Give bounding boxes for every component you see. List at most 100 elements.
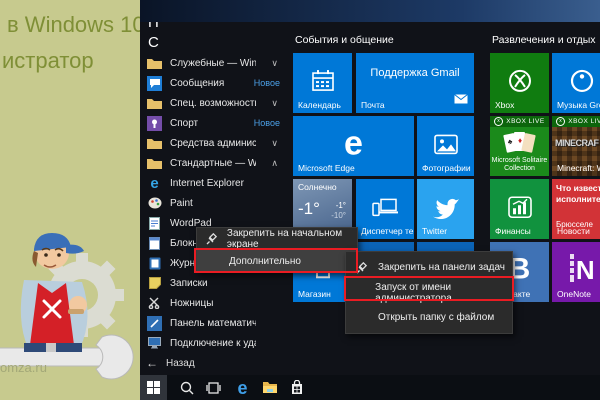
app-label: Paint (170, 198, 193, 209)
tile-group-header-1: События и общение (295, 34, 394, 46)
tile-label: Microsoft Solitaire Collection (490, 157, 549, 173)
tile-solitaire[interactable]: xXBOX LIVE ♦♣ Microsoft Solitaire Collec… (490, 116, 549, 176)
watermark: omza.ru (0, 360, 47, 375)
app-item-nozhnitsy[interactable]: Ножницы (140, 293, 286, 313)
tile-label: Календарь (298, 100, 341, 110)
back-label: Назад (166, 358, 195, 369)
scissors-icon (146, 295, 163, 312)
app-item-paint[interactable]: Paint (140, 193, 286, 213)
new-badge: Новое (254, 118, 280, 128)
weather-temp: -1° (298, 199, 320, 219)
tile-label: Microsoft Edge (298, 163, 355, 173)
sidebar-heading-line2: истратор (2, 48, 94, 74)
internet-explorer-icon: e (146, 175, 163, 192)
tile-mail[interactable]: Поддержка Gmail Почта (356, 53, 474, 113)
desktop: П С Служебные — Windows ∨ Сообщения Ново… (140, 0, 600, 400)
tile-minecraft[interactable]: xXBOX LIVE MINECRAF Minecraft: W (552, 116, 600, 176)
mail-live-headline: Поддержка Gmail (356, 67, 474, 79)
tile-label: Магазин (298, 289, 331, 299)
tile-label: Фотографии (422, 163, 471, 173)
news-headline: Что извест исполнител (556, 183, 600, 204)
tile-label: Twitter (422, 226, 447, 236)
tile-groove-music[interactable]: Музыка Gro (552, 53, 600, 113)
paint-icon (146, 195, 163, 212)
xbox-live-icon: x (494, 117, 503, 126)
app-item-spec-vozmozhnosti[interactable]: Спец. возможности ∨ (140, 93, 286, 113)
groove-icon (569, 68, 595, 94)
sidebar-heading-line1: в Windows 10 · (7, 12, 140, 38)
sports-icon (146, 115, 163, 132)
tile-phone-companion[interactable]: Диспетчер те... (356, 179, 414, 239)
app-label: Панель математического ввода (170, 318, 256, 329)
search-button[interactable] (173, 375, 200, 400)
back-arrow-icon: ← (146, 356, 158, 370)
back-button[interactable]: ← Назад (146, 356, 195, 370)
app-label: Спец. возможности (170, 98, 256, 109)
file-explorer-button[interactable] (256, 375, 283, 400)
messaging-icon (146, 75, 163, 92)
xbox-icon (507, 68, 533, 94)
tile-label: Диспетчер те... (361, 226, 414, 236)
task-view-button[interactable] (200, 375, 227, 400)
journal-icon (146, 255, 163, 272)
section-letter-clipped[interactable]: П (148, 22, 159, 30)
app-item-soobshcheniya[interactable]: Сообщения Новое (140, 73, 286, 93)
mail-icon (454, 91, 468, 109)
start-button[interactable] (140, 375, 167, 400)
devices-icon (372, 197, 398, 217)
app-label: Средства администрирован... (170, 138, 256, 149)
app-label: Записки (170, 278, 208, 289)
minecraft-logo: MINECRAF (555, 138, 599, 148)
app-label: Служебные — Windows (170, 58, 256, 69)
app-label: Подключение к удаленному р... (170, 338, 256, 349)
annotation-box-run-as-admin (344, 276, 514, 301)
menu-item-label: Закрепить на начальном экране (227, 228, 357, 250)
tile-label: OneNote (557, 289, 591, 299)
chevron-down-icon[interactable]: ∨ (271, 98, 278, 109)
notepad-icon (146, 235, 163, 252)
app-item-sredstva-administrirovaniya[interactable]: Средства администрирован... ∨ (140, 133, 286, 153)
file-explorer-icon (262, 381, 278, 394)
app-item-remote-desktop[interactable]: Подключение к удаленному р... (140, 333, 286, 353)
app-item-math-input[interactable]: Панель математического ввода (140, 313, 286, 333)
tile-xbox[interactable]: Xbox (490, 53, 549, 113)
windows-logo-icon (147, 381, 160, 394)
edge-icon: e (344, 126, 363, 160)
app-item-sluzhebnye[interactable]: Служебные — Windows ∨ (140, 53, 286, 73)
article-sidebar: в Windows 10 · истратор (0, 0, 140, 400)
tile-onenote[interactable]: N OneNote (552, 242, 600, 302)
section-letter[interactable]: С (148, 34, 159, 51)
tile-twitter[interactable]: Twitter (417, 179, 474, 239)
store-icon (290, 380, 304, 395)
tile-photos[interactable]: Фотографии (417, 116, 474, 176)
weather-condition: Солнечно (298, 182, 337, 192)
onenote-icon (564, 254, 574, 282)
tile-news[interactable]: Что извест исполнител Брюсселе Новости (552, 179, 600, 239)
taskbar: e (140, 375, 600, 400)
math-input-icon (146, 315, 163, 332)
app-item-zapiski[interactable]: Записки (140, 273, 286, 293)
tile-finance[interactable]: Финансы (490, 179, 549, 239)
folder-icon (146, 135, 163, 152)
menu-item-pin-to-start[interactable]: Закрепить на начальном экране (197, 228, 357, 250)
search-icon (180, 381, 194, 395)
xbox-live-banner: xXBOX LIVE (552, 116, 600, 127)
tile-edge[interactable]: e Microsoft Edge (293, 116, 414, 176)
app-item-standartnye[interactable]: Стандартные — Windows ∧ (140, 153, 286, 173)
menu-item-open-file-location[interactable]: Открыть папку с файлом (346, 305, 512, 330)
chevron-down-icon[interactable]: ∨ (271, 58, 278, 69)
finance-chart-icon (508, 196, 532, 218)
chevron-down-icon[interactable]: ∨ (271, 138, 278, 149)
folder-icon (146, 155, 163, 172)
chevron-up-icon[interactable]: ∧ (271, 158, 278, 169)
edge-taskbar-button[interactable]: e (229, 375, 256, 400)
tile-label: Новости (557, 226, 590, 236)
windows10-start-menu-screenshot: в Windows 10 · истратор (0, 0, 600, 400)
app-item-sport[interactable]: Спорт Новое (140, 113, 286, 133)
store-taskbar-button[interactable] (283, 375, 310, 400)
edge-icon: e (237, 379, 247, 397)
weather-low: -10° (331, 211, 346, 220)
svg-text:♦: ♦ (518, 136, 522, 145)
app-item-internet-explorer[interactable]: e Internet Explorer (140, 173, 286, 193)
tile-calendar[interactable]: Календарь (293, 53, 352, 113)
